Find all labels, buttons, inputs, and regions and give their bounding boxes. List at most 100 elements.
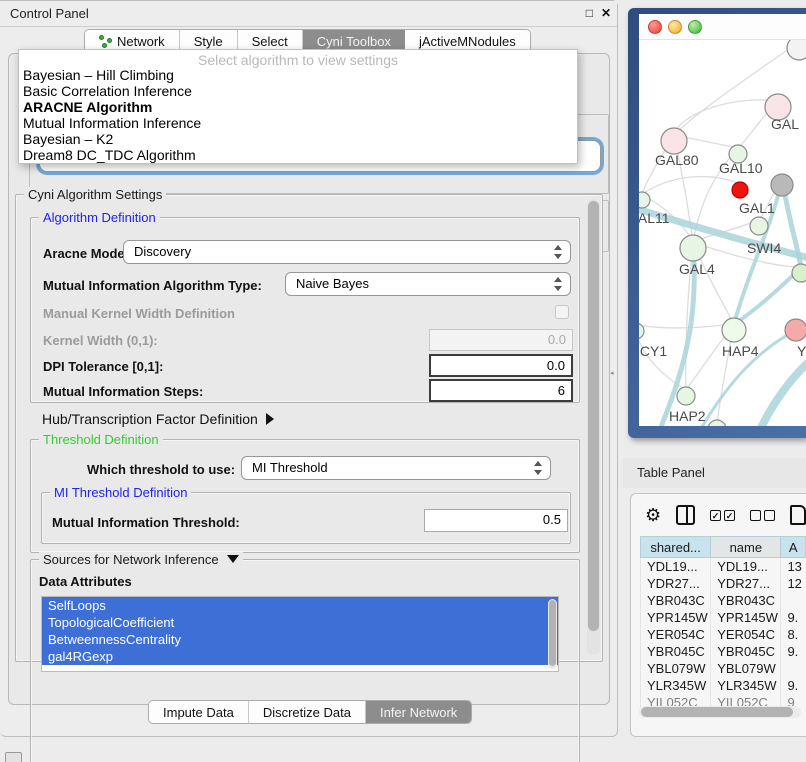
node-hap2	[677, 387, 695, 405]
network-view-inner: GAL GAL80 GAL10 GAL11 GAL1 SWI4 GAL4 GCY…	[639, 14, 806, 426]
node-label-gal11: GAL11	[639, 210, 670, 226]
table-row[interactable]: YBL079WYBL079W	[641, 660, 806, 677]
stepper-icon	[553, 277, 562, 291]
sources-title[interactable]: Sources for Network Inference	[39, 552, 243, 567]
node-label-y-right: Y	[797, 343, 806, 359]
tab-infer-network[interactable]: Infer Network	[366, 701, 471, 723]
list-item[interactable]: TopologicalCoefficient	[42, 614, 558, 631]
node-hap4	[722, 318, 746, 342]
stepper-icon	[553, 245, 562, 259]
select-all-icon[interactable]: ✓ ✓	[710, 510, 735, 521]
tab-network-label: Network	[117, 34, 165, 49]
column-header[interactable]: shared...	[641, 537, 711, 558]
menu-item[interactable]: Bayesian – Hill Climbing	[19, 67, 577, 83]
column-header[interactable]: A	[781, 537, 806, 558]
tab-impute-data[interactable]: Impute Data	[149, 701, 249, 723]
list-scrollbar[interactable]	[548, 599, 557, 669]
node-gal4	[680, 235, 706, 261]
network-canvas[interactable]: GAL GAL80 GAL10 GAL11 GAL1 SWI4 GAL4 GCY…	[639, 40, 806, 426]
tab-cyni-toolbox-label: Cyni Toolbox	[317, 34, 391, 49]
tab-jactivemnodules-label: jActiveMNodules	[419, 34, 516, 49]
columns-icon[interactable]	[676, 505, 695, 525]
collapse-down-icon	[227, 555, 239, 563]
network-view-titlebar	[639, 14, 806, 40]
popup-hint: Select algorithm to view settings	[19, 50, 577, 67]
table-panel-titlebar: Table Panel	[622, 458, 806, 488]
table-row[interactable]: YDR27...YDR27...12	[641, 575, 806, 592]
table-row[interactable]: YDL19...YDL19...13	[641, 558, 806, 575]
table-row[interactable]: YBR045CYBR045C9.	[641, 643, 806, 660]
aracne-mode-value: Discovery	[134, 244, 191, 259]
dpi-tolerance-input[interactable]: 0.0	[429, 354, 573, 377]
mi-steps-label: Mutual Information Steps:	[43, 384, 203, 399]
data-attributes-list[interactable]: SelfLoops TopologicalCoefficient Between…	[41, 596, 559, 672]
algorithm-dropdown-popup: Select algorithm to view settings Bayesi…	[18, 49, 578, 164]
mi-steps-input[interactable]: 6	[429, 379, 573, 402]
settings-vertical-scrollbar[interactable]	[587, 199, 600, 655]
sources-title-label: Sources for Network Inference	[43, 552, 219, 567]
tab-impute-data-label: Impute Data	[163, 705, 234, 720]
node-label-gal1: GAL1	[739, 200, 775, 216]
aracne-mode-combobox[interactable]: Discovery	[123, 240, 571, 264]
float-window-icon[interactable]: □	[586, 6, 593, 20]
list-item[interactable]: BetweennessCentrality	[42, 631, 558, 648]
stepper-icon	[533, 461, 542, 475]
minimize-traffic-light-icon[interactable]	[668, 20, 682, 34]
table-horizontal-scrollbar[interactable]	[639, 706, 801, 718]
node-label-gal80: GAL80	[655, 152, 699, 168]
kernel-width-input[interactable]: 0.0	[429, 329, 573, 351]
hub-definition-label: Hub/Transcription Factor Definition	[42, 411, 258, 427]
menu-item[interactable]: Dream8 DC_TDC Algorithm	[19, 147, 577, 163]
table-row[interactable]: YBR043CYBR043C	[641, 592, 806, 609]
cyni-algorithm-settings-group: Cyni Algorithm Settings Algorithm Defini…	[15, 194, 603, 662]
table-panel-title: Table Panel	[637, 465, 705, 480]
threshold-definition-title: Threshold Definition	[39, 432, 163, 447]
manual-kernel-checkbox[interactable]	[555, 305, 569, 319]
expand-right-icon	[266, 413, 274, 425]
tab-discretize-data[interactable]: Discretize Data	[249, 701, 366, 723]
control-panel-title: Control Panel	[10, 6, 89, 21]
node-gal1	[750, 217, 768, 235]
gear-icon[interactable]: ⚙	[645, 505, 661, 525]
node-table[interactable]: shared... name A YDL19...YDL19...13 YDR2…	[640, 536, 806, 711]
close-traffic-light-icon[interactable]	[648, 20, 662, 34]
node-label-hap2: HAP2	[669, 408, 706, 424]
network-view-window: GAL GAL80 GAL10 GAL11 GAL1 SWI4 GAL4 GCY…	[628, 8, 806, 438]
column-header[interactable]: name	[711, 537, 781, 558]
threshold-definition-group: Threshold Definition Which threshold to …	[30, 439, 580, 553]
tab-select-label: Select	[252, 34, 288, 49]
zoom-traffic-light-icon[interactable]	[688, 20, 702, 34]
node-gal11	[639, 192, 650, 208]
mi-type-value: Naive Bayes	[296, 276, 369, 291]
list-item[interactable]: SelfLoops	[42, 597, 558, 614]
algorithm-definition-group: Algorithm Definition Aracne Mode: Discov…	[30, 217, 580, 403]
menu-item[interactable]: Bayesian – K2	[19, 131, 577, 147]
mi-threshold-input[interactable]: 0.5	[424, 509, 568, 532]
kernel-width-label: Kernel Width (0,1):	[43, 333, 158, 348]
node-label-swi4: SWI4	[747, 240, 781, 256]
unchecked-box-icon	[750, 510, 761, 521]
node-top-right	[787, 40, 806, 60]
menu-item[interactable]: Basic Correlation Inference	[19, 83, 577, 99]
close-window-icon[interactable]: ✕	[601, 6, 611, 20]
node-gal80	[661, 128, 687, 154]
which-threshold-label: Which threshold to use:	[87, 462, 235, 477]
bottom-left-widget-icon[interactable]	[5, 752, 22, 762]
table-row[interactable]: YLR345WYLR345W9.	[641, 677, 806, 694]
data-attributes-label: Data Attributes	[39, 574, 132, 589]
mi-type-combobox[interactable]: Naive Bayes	[285, 272, 571, 296]
node-label-gal-top: GAL	[771, 116, 799, 132]
deselect-all-icon[interactable]	[750, 510, 775, 521]
list-item[interactable]: gal4RGexp	[42, 648, 558, 665]
control-panel-titlebar: Control Panel □ ✕	[0, 1, 617, 27]
node-y-right	[785, 319, 806, 341]
menu-item[interactable]: Mutual Information Inference	[19, 115, 577, 131]
table-row[interactable]: YPR145WYPR145W9.	[641, 609, 806, 626]
table-toolbar: ⚙ ✓ ✓	[631, 500, 806, 530]
table-row[interactable]: YER054CYER054C8.	[641, 626, 806, 643]
menu-item[interactable]: ARACNE Algorithm	[19, 99, 577, 115]
split-pane-divider[interactable]: ◂	[610, 370, 615, 378]
hub-definition-toggle[interactable]: Hub/Transcription Factor Definition	[42, 411, 274, 427]
which-threshold-combobox[interactable]: MI Threshold	[241, 456, 551, 480]
function-builder-icon[interactable]	[790, 505, 806, 525]
